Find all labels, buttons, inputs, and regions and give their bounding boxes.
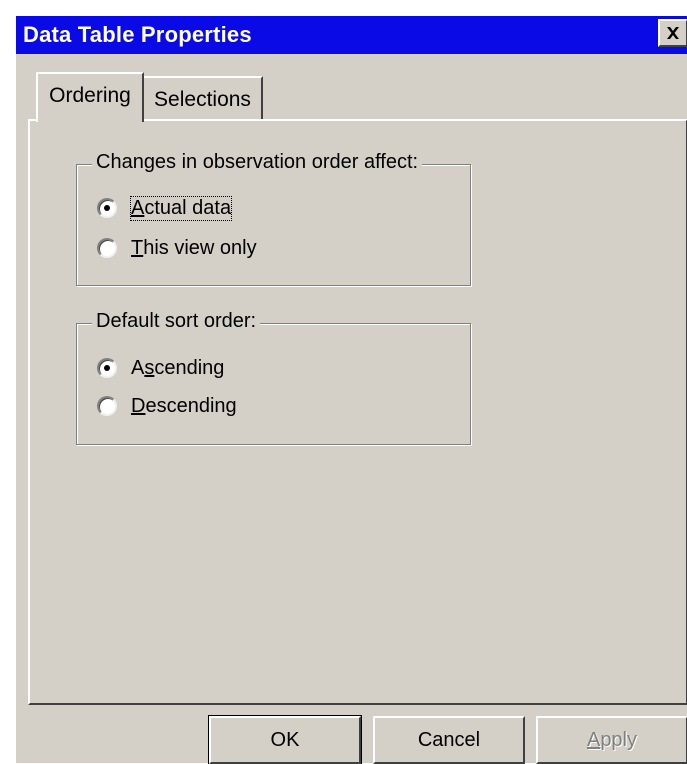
ok-label: OK [270,728,300,751]
ascending-label: Ascending [131,356,225,379]
descending-label: Descending [131,394,237,417]
close-button[interactable] [658,19,687,47]
observation-order-legend: Changes in observation order affect: [92,151,423,174]
cancel-button[interactable]: Cancel [373,716,525,764]
radio-button-checked-icon[interactable] [97,198,117,218]
dialog-title: Data Table Properties [23,22,252,47]
radio-this-view-only[interactable]: This view only [97,235,257,261]
tab-ordering-label: Ordering [49,84,131,107]
tab-ordering[interactable]: Ordering [36,72,144,122]
tab-selections[interactable]: Selections [144,76,263,120]
observation-order-groupbox: Changes in observation order affect: Act… [76,151,471,286]
radio-button-checked-icon[interactable] [97,358,117,378]
radio-button-icon[interactable] [97,238,117,258]
radio-button-icon[interactable] [97,396,117,416]
radio-ascending[interactable]: Ascending [97,355,224,381]
close-icon [667,27,679,39]
tab-selections-label: Selections [154,88,251,111]
data-table-properties-dialog: Data Table Properties Ordering Selection… [15,15,687,764]
default-sort-order-legend: Default sort order: [92,310,261,333]
radio-actual-data[interactable]: Actual data [97,195,233,221]
ok-button[interactable]: OK [208,715,362,764]
apply-label: Apply [586,728,638,751]
cancel-label: Cancel [417,728,481,751]
actual-data-label: Actual data [129,195,233,221]
radio-descending[interactable]: Descending [97,393,237,419]
title-bar[interactable]: Data Table Properties [16,16,687,54]
default-sort-order-groupbox: Default sort order: Ascending Descending [76,310,471,445]
this-view-only-label: This view only [131,236,257,259]
apply-button[interactable]: Apply [536,716,687,764]
ordering-tab-panel: Changes in observation order affect: Act… [28,119,687,705]
